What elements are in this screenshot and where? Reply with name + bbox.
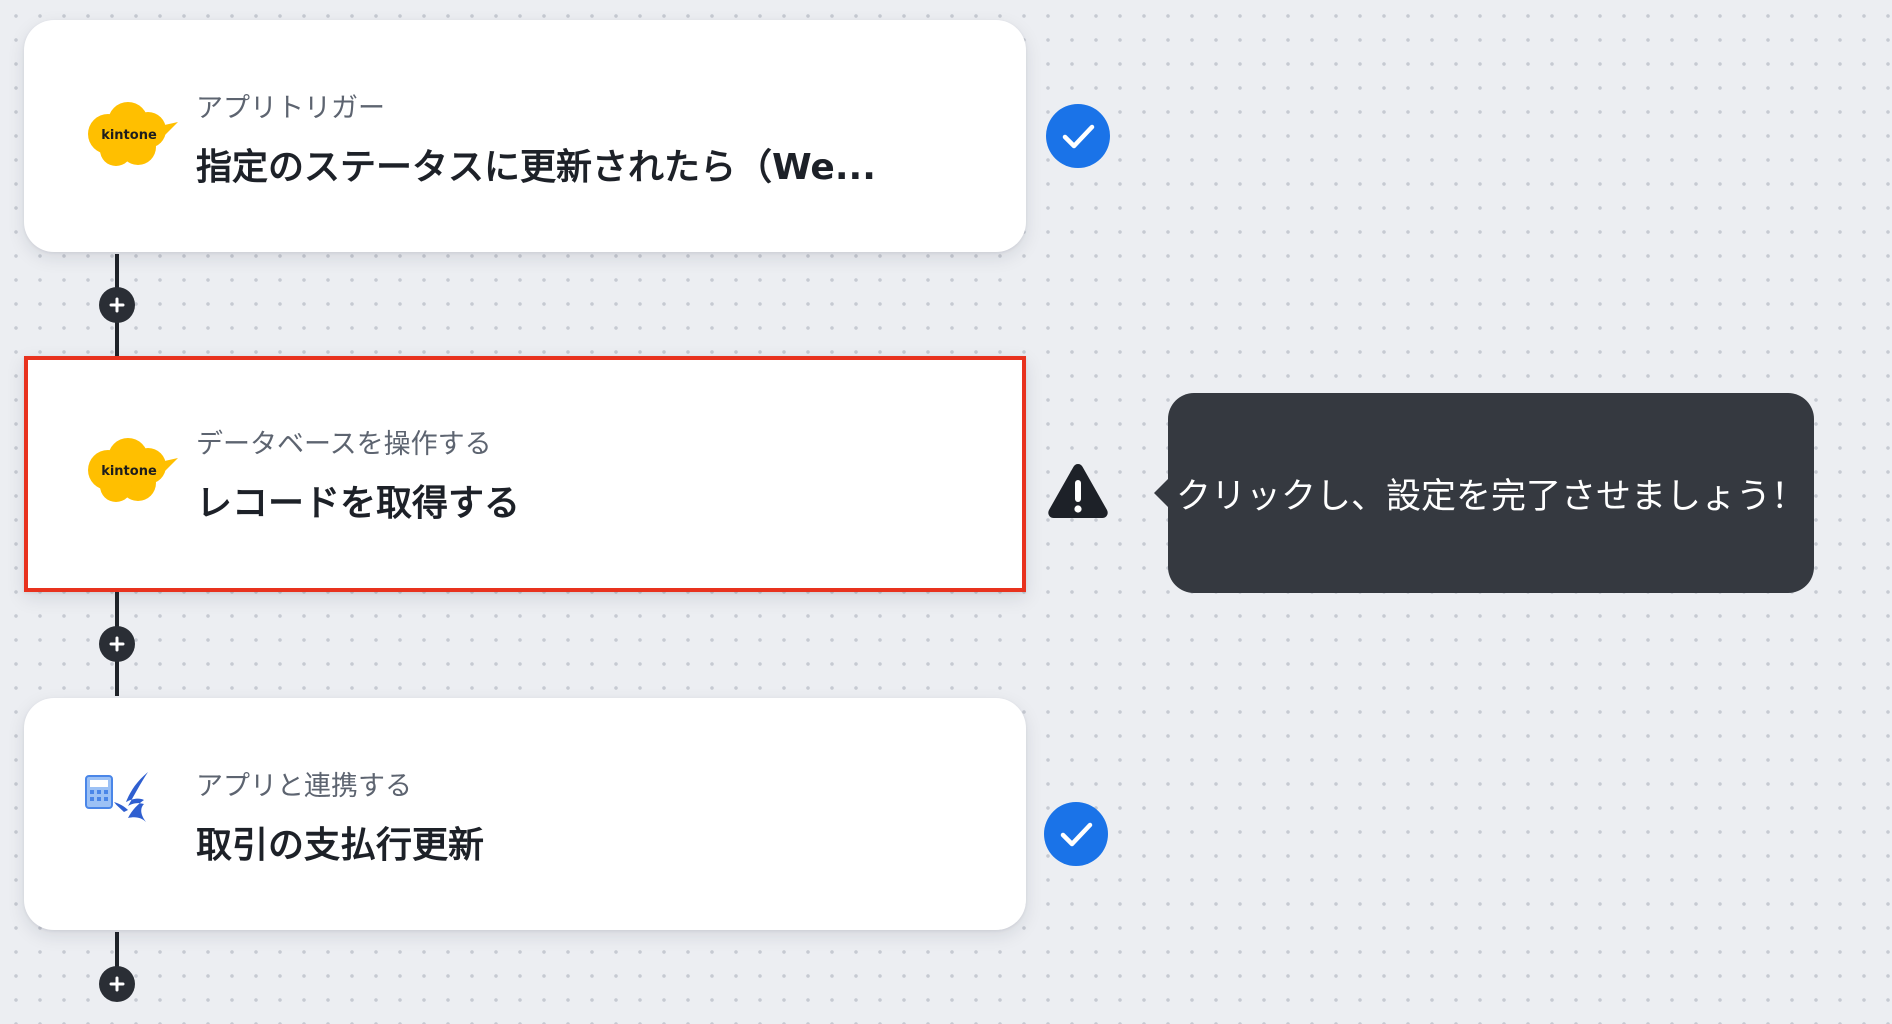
freee-accounting-logo-icon (84, 768, 194, 858)
step-type-label: アプリと連携する (196, 771, 412, 802)
kintone-logo-icon: kintone (78, 428, 188, 518)
svg-text:kintone: kintone (101, 128, 157, 143)
kintone-logo-icon: kintone (78, 92, 188, 182)
flow-step-card-update-payment[interactable]: アプリと連携する 取引の支払行更新 (24, 698, 1026, 930)
check-circle-icon (1046, 104, 1110, 168)
step-title: 指定のステータスに更新されたら（We... (196, 147, 876, 188)
flow-step-card-get-record[interactable]: kintone データベースを操作する レコードを取得する (24, 356, 1026, 592)
plus-icon (109, 297, 125, 313)
step-title: レコードを取得する (196, 483, 521, 524)
tooltip-arrow (1154, 479, 1168, 507)
check-circle-icon (1044, 802, 1108, 866)
warning-triangle-icon (1048, 464, 1108, 518)
add-step-button[interactable] (99, 966, 135, 1002)
add-step-button[interactable] (99, 287, 135, 323)
svg-text:kintone: kintone (101, 464, 157, 479)
tooltip-text: クリックし、設定を完了させましょう！ (1175, 476, 1806, 517)
step-type-label: アプリトリガー (196, 93, 385, 124)
plus-icon (109, 976, 125, 992)
step-type-label: データベースを操作する (196, 429, 492, 460)
plus-icon (109, 636, 125, 652)
step-title: 取引の支払行更新 (196, 825, 485, 866)
setup-hint-tooltip: クリックし、設定を完了させましょう！ (1154, 393, 1814, 593)
add-step-button[interactable] (99, 626, 135, 662)
flow-step-card-trigger[interactable]: kintone アプリトリガー 指定のステータスに更新されたら（We... (24, 20, 1026, 252)
